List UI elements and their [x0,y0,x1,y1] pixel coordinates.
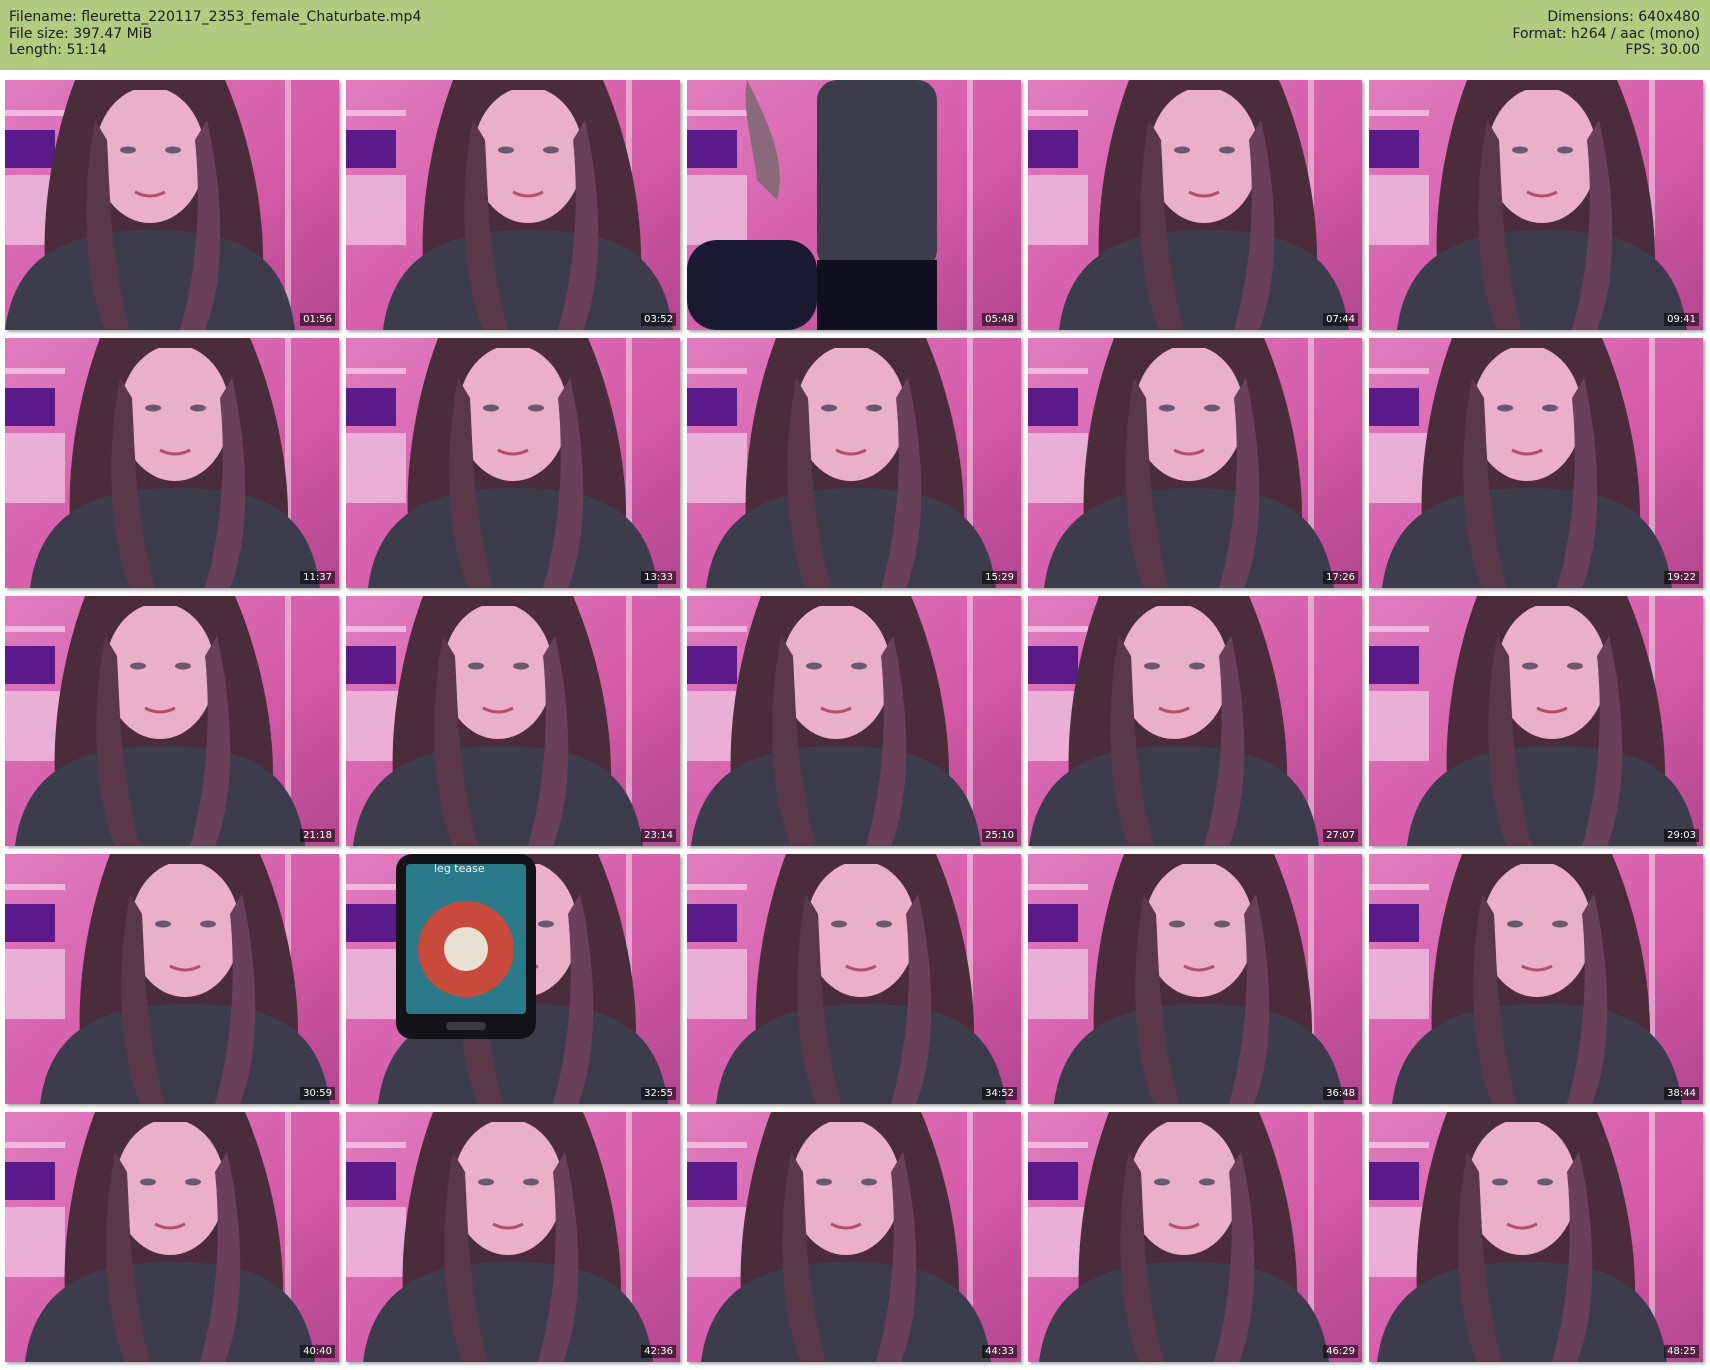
frame-scene [5,1112,339,1362]
video-frame-thumbnail: leg tease 32:55 [346,854,680,1104]
fps-label: FPS: 30.00 [1625,42,1700,58]
frame-timestamp: 44:33 [982,1345,1017,1358]
format-label: Format: h264 / aac (mono) [1512,25,1700,42]
frame-scene [1369,596,1703,846]
video-frame-thumbnail: 01:56 [5,80,339,330]
frame-scene [687,854,1021,1104]
filesize-label: File size: 397.47 MiB [9,25,153,42]
frame-timestamp: 13:33 [641,571,676,584]
frame-scene [1369,80,1703,330]
frame-scene [5,80,339,330]
frame-timestamp: 27:07 [1323,829,1358,842]
video-frame-thumbnail: 11:37 [5,338,339,588]
video-frame-thumbnail: 13:33 [346,338,680,588]
frame-timestamp: 01:56 [300,313,335,326]
frame-scene [1369,1112,1703,1362]
frame-timestamp: 30:59 [300,1087,335,1100]
video-frame-thumbnail: 34:52 [687,854,1021,1104]
video-frame-thumbnail: 42:36 [346,1112,680,1362]
video-frame-thumbnail: 44:33 [687,1112,1021,1362]
frame-scene [1028,1112,1362,1362]
frame-scene [1028,80,1362,330]
frame-scene [1028,854,1362,1104]
video-frame-thumbnail: 07:44 [1028,80,1362,330]
video-frame-thumbnail: 09:41 [1369,80,1703,330]
video-frame-thumbnail: 36:48 [1028,854,1362,1104]
frame-timestamp: 34:52 [982,1087,1017,1100]
video-frame-thumbnail: 29:03 [1369,596,1703,846]
frame-timestamp: 46:29 [1323,1345,1358,1358]
frame-timestamp: 25:10 [982,829,1017,842]
frame-scene [346,596,680,846]
frame-scene [1369,338,1703,588]
length-label: Length: 51:14 [9,42,107,58]
frame-timestamp: 07:44 [1323,313,1358,326]
frame-timestamp: 17:26 [1323,571,1358,584]
frame-timestamp: 05:48 [982,313,1017,326]
video-frame-thumbnail: 05:48 [687,80,1021,330]
video-frame-thumbnail: 25:10 [687,596,1021,846]
frame-scene [687,596,1021,846]
frame-timestamp: 09:41 [1664,313,1699,326]
frame-timestamp: 29:03 [1664,829,1699,842]
frame-timestamp: 11:37 [300,571,335,584]
frame-scene [687,80,1021,330]
phone-screen-text: leg tease [434,862,485,875]
frame-scene [346,1112,680,1362]
frame-timestamp: 32:55 [641,1087,676,1100]
frame-scene [1369,854,1703,1104]
frame-scene [687,1112,1021,1362]
frame-timestamp: 40:40 [300,1345,335,1358]
video-frame-thumbnail: 48:25 [1369,1112,1703,1362]
frame-scene [346,80,680,330]
frame-timestamp: 36:48 [1323,1087,1358,1100]
file-info-left: Filename: fleuretta_220117_2353_female_C… [9,9,421,59]
frame-scene [346,338,680,588]
video-frame-thumbnail: 19:22 [1369,338,1703,588]
frame-timestamp: 48:25 [1664,1345,1699,1358]
frame-scene [346,854,680,1104]
video-frame-thumbnail: 23:14 [346,596,680,846]
video-frame-thumbnail: 17:26 [1028,338,1362,588]
frame-timestamp: 38:44 [1664,1087,1699,1100]
frame-timestamp: 19:22 [1664,571,1699,584]
video-frame-thumbnail: 38:44 [1369,854,1703,1104]
filename-label: Filename: fleuretta_220117_2353_female_C… [9,9,422,25]
thumbnail-grid: 01:56 03:52 05:48 07:44 09:41 11:37 13:33 15:29… [5,80,1703,1362]
video-frame-thumbnail: 40:40 [5,1112,339,1362]
video-frame-thumbnail: 46:29 [1028,1112,1362,1362]
video-frame-thumbnail: 03:52 [346,80,680,330]
video-frame-thumbnail: 30:59 [5,854,339,1104]
file-info-right: Dimensions: 640x480 Format: h264 / aac (… [1512,9,1700,59]
frame-scene [1028,596,1362,846]
video-frame-thumbnail: 15:29 [687,338,1021,588]
dimensions-label: Dimensions: 640x480 [1547,9,1700,25]
frame-timestamp: 15:29 [982,571,1017,584]
frame-scene [687,338,1021,588]
frame-scene [5,854,339,1104]
video-frame-thumbnail: 21:18 [5,596,339,846]
video-frame-thumbnail: 27:07 [1028,596,1362,846]
frame-timestamp: 23:14 [641,829,676,842]
frame-timestamp: 21:18 [300,829,335,842]
frame-scene [5,338,339,588]
frame-scene [1028,338,1362,588]
frame-scene [5,596,339,846]
frame-timestamp: 42:36 [641,1345,676,1358]
info-header: Filename: fleuretta_220117_2353_female_C… [0,0,1710,70]
frame-timestamp: 03:52 [641,313,676,326]
